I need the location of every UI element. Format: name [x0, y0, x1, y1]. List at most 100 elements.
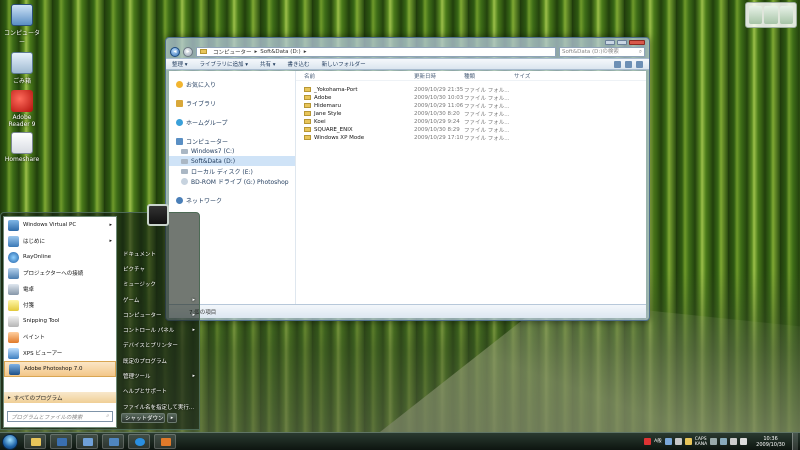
back-button[interactable]: ◂ — [170, 46, 180, 57]
nav-network[interactable]: ネットワーク — [169, 195, 295, 205]
desktop-icon-computer[interactable]: コンピューター — [2, 4, 42, 46]
nav-drive-e[interactable]: ローカル ディスク (E:) — [169, 166, 295, 176]
clock[interactable]: 10:36 2009/10/30 — [756, 436, 785, 448]
taskbar-media-button[interactable] — [50, 434, 72, 449]
all-programs-label: すべてのプログラム — [13, 395, 63, 402]
link-computer[interactable]: コンピューター ▸ — [119, 307, 199, 322]
shutdown-options-button[interactable]: ▸ — [167, 413, 177, 423]
explorer-window[interactable]: ◂ ▸ コンピューター ▸ Soft&Data (D:) ▸ Soft&Data… — [165, 37, 650, 321]
link-admin-tools[interactable]: 管理ツール ▸ — [119, 368, 199, 383]
desktop-gadget[interactable] — [745, 2, 797, 28]
breadcrumb-computer[interactable]: コンピューター — [213, 48, 252, 56]
media-icon — [57, 438, 67, 446]
program-rayonline[interactable]: RayOnline — [4, 249, 116, 265]
desktop-icon-recycle-bin[interactable]: ごみ箱 — [2, 52, 42, 85]
folder-icon — [304, 95, 311, 100]
column-size[interactable]: サイズ — [514, 72, 554, 80]
desktop-icon-homeshare[interactable]: Homeshare — [2, 132, 42, 163]
search-input[interactable]: Soft&Data (D:)の検索 ⌕ — [559, 46, 645, 57]
link-run[interactable]: ファイル名を指定して実行... — [119, 399, 199, 414]
help-icon[interactable] — [674, 438, 682, 445]
program-snipping-tool[interactable]: Snipping Tool — [4, 313, 116, 329]
search-placeholder: Soft&Data (D:)の検索 — [562, 48, 619, 55]
nav-computer[interactable]: コンピューター — [169, 136, 295, 146]
action-center-icon[interactable] — [720, 438, 728, 445]
column-name[interactable]: 名前 — [304, 72, 414, 80]
file-list: 名前 更新日時 種類 サイズ _Yokohama-Port 2009/10/29… — [296, 71, 646, 305]
program-projector[interactable]: プロジェクターへの接続 — [4, 265, 116, 281]
preview-pane-icon[interactable] — [625, 60, 632, 68]
nav-drive-g[interactable]: BD-ROM ドライブ (G:) Photoshop — [169, 176, 295, 186]
column-type[interactable]: 種類 — [464, 72, 514, 80]
maximize-button[interactable] — [617, 40, 627, 45]
taskbar-ie-button[interactable] — [128, 434, 150, 449]
address-bar[interactable]: コンピューター ▸ Soft&Data (D:) ▸ — [196, 46, 556, 57]
program-sticky-notes[interactable]: 付箋 — [4, 297, 116, 313]
taskbar-window-button[interactable] — [102, 434, 124, 449]
nav-favorites[interactable]: お気に入り — [169, 79, 295, 89]
burn-button[interactable]: 書き込む — [288, 60, 310, 68]
file-date: 2009/10/29 17:10 — [414, 135, 464, 141]
shutdown-button[interactable]: シャットダウン — [121, 413, 165, 423]
organize-button[interactable]: 整理 ▾ — [172, 60, 188, 68]
start-search-input[interactable]: プログラムとファイルの検索 ⌕ — [7, 411, 113, 422]
view-options-icon[interactable] — [614, 60, 621, 68]
volume-icon[interactable] — [740, 438, 748, 445]
start-menu-links: ドキュメント ピクチャ ミュージック ゲーム ▸ コンピューター ▸ コントロール … — [119, 204, 199, 429]
file-row[interactable]: Koei 2009/10/29 9:24 ファイル フォル... — [296, 118, 646, 126]
link-pictures[interactable]: ピクチャ — [119, 261, 199, 276]
program-paint[interactable]: ペイント — [4, 329, 116, 345]
tool-icon[interactable] — [684, 438, 692, 445]
start-button[interactable] — [2, 433, 18, 450]
nav-drive-d[interactable]: Soft&Data (D:) — [169, 156, 295, 166]
nav-homegroup[interactable]: ホームグループ — [169, 117, 295, 127]
nav-libraries[interactable]: ライブラリ — [169, 98, 295, 108]
file-name: _Yokohama-Port — [314, 87, 358, 93]
ime-indicator[interactable]: A般 — [654, 439, 662, 444]
user-avatar[interactable] — [147, 204, 169, 226]
link-control-panel[interactable]: コントロール パネル ▸ — [119, 322, 199, 337]
link-games[interactable]: ゲーム ▸ — [119, 292, 199, 307]
help-icon[interactable] — [636, 60, 643, 68]
file-row[interactable]: Adobe 2009/10/30 10:03 ファイル フォル... — [296, 94, 646, 102]
file-row[interactable]: SQUARE_ENIX 2009/10/30 8:29 ファイル フォル... — [296, 126, 646, 134]
all-programs-button[interactable]: ▸ すべてのプログラム — [4, 392, 116, 403]
file-name: Jane Style — [314, 111, 342, 117]
taskbar-explorer-button[interactable] — [24, 434, 46, 449]
column-date[interactable]: 更新日時 — [414, 72, 464, 80]
program-xps-viewer[interactable]: XPS ビューアー — [4, 345, 116, 361]
link-documents[interactable]: ドキュメント — [119, 246, 199, 261]
breadcrumb-drive[interactable]: Soft&Data (D:) — [260, 49, 300, 55]
program-label: プロジェクターへの接続 — [23, 271, 84, 277]
acrobat-icon — [11, 90, 33, 112]
file-row[interactable]: Hidemaru 2009/10/29 11:06 ファイル フォル... — [296, 102, 646, 110]
network-icon[interactable] — [730, 438, 738, 445]
link-devices-printers[interactable]: デバイスとプリンター — [119, 338, 199, 353]
show-hidden-icons-icon[interactable] — [710, 438, 718, 445]
forward-button[interactable]: ▸ — [183, 46, 193, 57]
share-button[interactable]: 共有 ▾ — [260, 60, 276, 68]
program-photoshop[interactable]: Adobe Photoshop 7.0 — [4, 361, 116, 377]
new-folder-button[interactable]: 新しいフォルダー — [322, 60, 366, 68]
program-virtual-pc[interactable]: Windows Virtual PC ▸ — [4, 217, 116, 233]
close-button[interactable] — [629, 40, 645, 45]
minimize-button[interactable] — [605, 40, 615, 45]
show-desktop-button[interactable] — [792, 432, 798, 450]
link-help-support[interactable]: ヘルプとサポート — [119, 384, 199, 399]
chevron-right-icon: ▸ — [192, 327, 195, 334]
explorer-titlebar[interactable] — [166, 38, 649, 45]
nav-drive-c[interactable]: Windows7 (C:) — [169, 146, 295, 156]
file-row[interactable]: _Yokohama-Port 2009/10/29 21:35 ファイル フォル… — [296, 86, 646, 94]
file-row[interactable]: Windows XP Mode 2009/10/29 17:10 ファイル フォ… — [296, 134, 646, 142]
link-music[interactable]: ミュージック — [119, 277, 199, 292]
link-default-programs[interactable]: 既定のプログラム — [119, 353, 199, 368]
taskbar-window-button[interactable] — [76, 434, 98, 449]
desktop-icon-acrobat[interactable]: Adobe Reader 9 — [2, 90, 42, 128]
include-library-button[interactable]: ライブラリに追加 ▾ — [200, 60, 249, 68]
tray-alert-icon[interactable] — [644, 438, 652, 445]
program-getting-started[interactable]: はじめに ▸ — [4, 233, 116, 249]
program-calculator[interactable]: 電卓 — [4, 281, 116, 297]
file-row[interactable]: Jane Style 2009/10/30 8:20 ファイル フォル... — [296, 110, 646, 118]
taskbar-player-button[interactable] — [154, 434, 176, 449]
ime-tool-icon[interactable] — [664, 438, 672, 445]
